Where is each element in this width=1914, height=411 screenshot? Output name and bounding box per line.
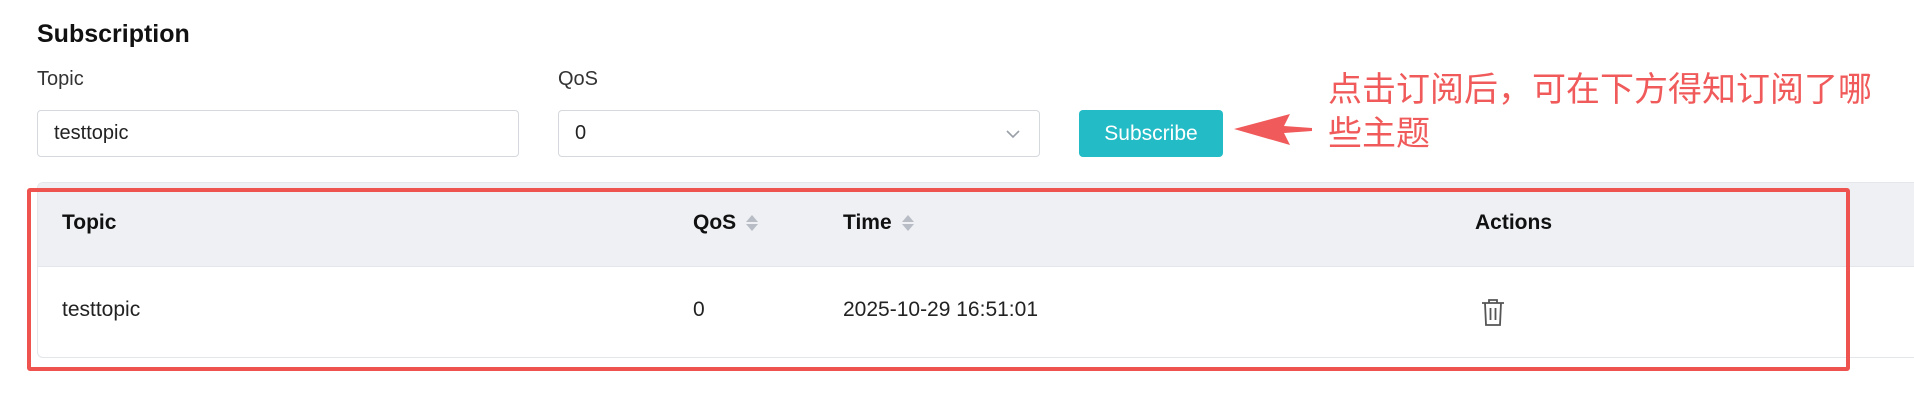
qos-select[interactable]: 0 [558, 110, 1040, 157]
column-header-label: Topic [62, 211, 117, 234]
qos-label: QoS [558, 68, 599, 90]
column-header-qos[interactable]: QoS [693, 211, 759, 235]
column-header-label: Time [843, 211, 892, 234]
section-title: Subscription [37, 20, 190, 48]
column-header-time[interactable]: Time [843, 211, 914, 235]
annotation-arrow-icon [1234, 114, 1312, 145]
annotation-text: 点击订阅后，可在下方得知订阅了哪些主题 [1328, 71, 1872, 153]
table-header: Topic QoS Time Actions [38, 183, 1914, 267]
column-header-topic: Topic [62, 211, 116, 235]
subscribe-button[interactable]: Subscribe [1079, 110, 1223, 157]
cell-time: 2025-10-29 16:51:01 [843, 298, 1038, 321]
qos-selected-value: 0 [575, 122, 587, 144]
column-header-label: QoS [693, 211, 737, 234]
chevron-down-icon [1006, 129, 1020, 138]
topic-input[interactable] [37, 110, 519, 157]
sort-icon[interactable] [746, 215, 759, 231]
column-header-actions: Actions [1475, 211, 1552, 235]
topic-label: Topic [37, 68, 84, 90]
cell-topic: testtopic [62, 298, 141, 321]
trash-icon[interactable] [1480, 297, 1506, 327]
column-header-label: Actions [1475, 211, 1553, 234]
sort-icon[interactable] [901, 215, 914, 231]
cell-qos: 0 [693, 298, 705, 321]
subscriptions-table: Topic QoS Time Actions testtopic 0 2025-… [37, 182, 1914, 358]
